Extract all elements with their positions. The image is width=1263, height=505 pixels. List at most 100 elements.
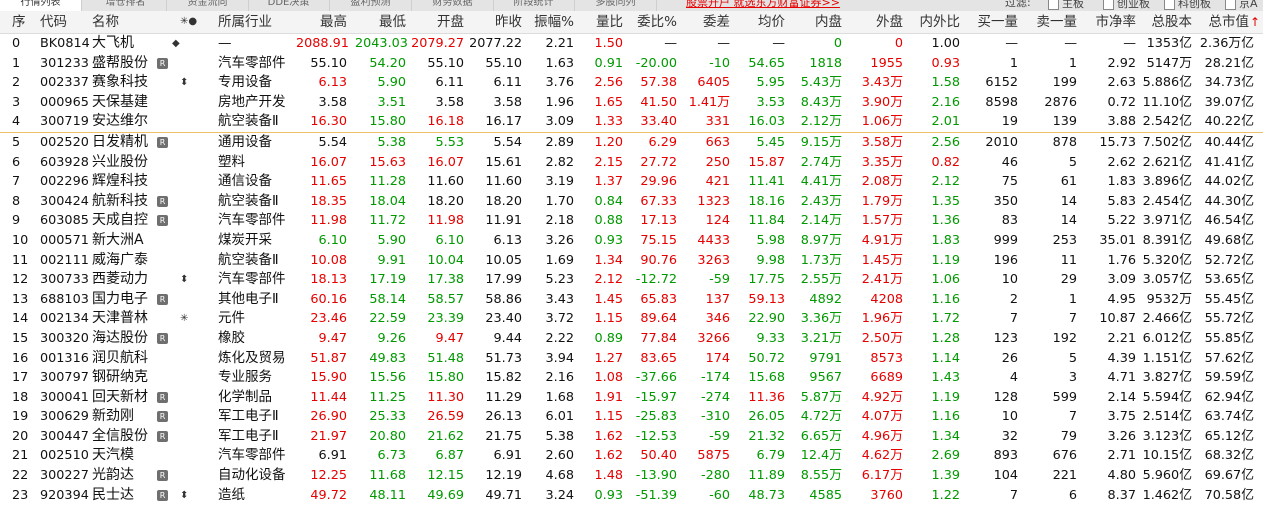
- cell-outer-volume: 1955: [870, 55, 903, 71]
- col-inner-volume[interactable]: 内盘: [800, 11, 842, 33]
- table-row[interactable]: 14 002134 天津普林 元件 23.46 22.59 23.39 23.40 3.72 1.…: [0, 309, 1263, 329]
- table-row[interactable]: 1 301233 盛帮股份 汽车零部件 55.10 54.20 55.10 55.10 1.63…: [0, 54, 1263, 74]
- col-volume-ratio[interactable]: 量比: [580, 11, 623, 33]
- cell-inner-volume: 2.74万: [800, 154, 842, 170]
- table-row[interactable]: 5 002520 日发精机 通用设备 5.54 5.38 5.53 5.54 2.89 1.20 6…: [0, 133, 1263, 153]
- table-row[interactable]: 7 002296 辉煌科技 通信设备 11.65 11.28 11.60 11.60 3.19 1…: [0, 172, 1263, 192]
- col-code[interactable]: 代码: [40, 11, 80, 33]
- table-row[interactable]: 3 000965 天保基建 房地产开发 3.58 3.51 3.58 3.58 1.96 1.65…: [0, 93, 1263, 113]
- col-buy-volume[interactable]: 买一量: [968, 11, 1019, 33]
- cell-open: 49.69: [427, 487, 464, 503]
- cell-total-shares: 1.151亿: [1142, 350, 1192, 366]
- cell-avg-price: 15.87: [748, 154, 785, 170]
- margin-trading-badge: R: [157, 195, 168, 207]
- tab-7[interactable]: 阶段统计: [493, 0, 575, 11]
- table-row[interactable]: 0 BK0814 大飞机 — 2088.91 2043.03 2079.27 2077.22 2…: [0, 34, 1263, 54]
- cell-pb-ratio: 15.73: [1099, 134, 1136, 150]
- cell-code: 002510: [40, 448, 89, 464]
- cell-total-market-value: 40.44亿: [1204, 134, 1254, 150]
- cell-outer-volume: 3.35万: [861, 154, 903, 170]
- table-row[interactable]: 13 688103 国力电子 其他电子Ⅱ 60.16 58.14 58.57 58.86 3.4…: [0, 290, 1263, 310]
- table-row[interactable]: 22 300227 光韵达 自动化设备 12.25 11.68 12.15 12.19 4.68…: [0, 466, 1263, 486]
- table-row[interactable]: 23 920394 民士达 造纸 49.72 48.11 49.69 49.71 3.24 0.9…: [0, 486, 1263, 505]
- table-row[interactable]: 20 300447 全信股份 军工电子Ⅱ 21.97 20.80 21.62 21.75 5.3…: [0, 427, 1263, 447]
- tab-3[interactable]: 资金流向: [167, 0, 249, 11]
- cell-volume-ratio: 1.65: [594, 94, 624, 110]
- cell-pb-ratio: 3.88: [1107, 114, 1137, 130]
- table-row[interactable]: 21 002510 天汽模 汽车零部件 6.91 6.73 6.87 6.91 2.60 1.62…: [0, 446, 1263, 466]
- cell-pb-ratio: 5.22: [1107, 213, 1137, 229]
- table-row[interactable]: 17 300797 钢研纳克 专业服务 15.90 15.56 15.80 15.82 2.16…: [0, 368, 1263, 388]
- cell-code: 001316: [40, 350, 89, 366]
- filter-option[interactable]: 创业板: [1103, 0, 1150, 11]
- table-row[interactable]: 6 603928 兴业股份 塑料 16.07 15.63 16.07 15.61 2.82 2.1…: [0, 153, 1263, 173]
- cell-inner-outer-ratio: 2.12: [931, 174, 961, 190]
- cell-industry: 专业服务: [218, 369, 272, 386]
- cell-amplitude: 2.89: [545, 134, 575, 150]
- col-industry[interactable]: 所属行业: [218, 11, 298, 33]
- margin-trading-badge: R: [157, 57, 168, 69]
- filter-checkbox[interactable]: [1225, 0, 1236, 10]
- table-row[interactable]: 18 300041 回天新材 化学制品 11.44 11.25 11.30 11.29 1.68…: [0, 388, 1263, 408]
- tab-1[interactable]: 行情列表: [0, 0, 82, 11]
- cell-industry: 汽车零部件: [218, 54, 286, 71]
- table-row[interactable]: 2 002337 赛象科技 专用设备 6.13 5.90 6.11 6.11 3.76 2.56 5…: [0, 73, 1263, 93]
- col-amplitude[interactable]: 振幅%: [525, 11, 574, 33]
- cell-inner-volume: 9791: [809, 350, 842, 366]
- cell-open: 11.60: [427, 174, 464, 190]
- col-inner-outer-ratio[interactable]: 内外比: [910, 11, 961, 33]
- table-row[interactable]: 11 002111 威海广泰 航空装备Ⅱ 10.08 9.91 10.04 10.05 1.69…: [0, 251, 1263, 271]
- col-avg-price[interactable]: 均价: [740, 11, 785, 33]
- cell-seq: 14: [12, 311, 29, 327]
- filter-option[interactable]: 科创板: [1164, 0, 1211, 11]
- col-high[interactable]: 最高: [300, 11, 347, 33]
- filter-checkbox[interactable]: [1048, 0, 1059, 10]
- table-row[interactable]: 12 300733 西菱动力 汽车零部件 18.13 17.19 17.38 17.99 5.2…: [0, 270, 1263, 290]
- cell-volume-ratio: 1.20: [594, 134, 624, 150]
- filter-option[interactable]: 主板: [1048, 0, 1084, 11]
- tab-4[interactable]: DDE决策: [248, 0, 330, 11]
- table-row[interactable]: 10 000571 新大洲A 煤炭开采 6.10 5.90 6.10 6.13 3.26 0.93…: [0, 231, 1263, 251]
- table-row[interactable]: 8 300424 航新科技 航空装备Ⅱ 18.35 18.04 18.20 18.20 1.70…: [0, 192, 1263, 212]
- cell-amplitude: 3.19: [545, 174, 575, 190]
- filter-checkbox[interactable]: [1164, 0, 1175, 10]
- col-prev-close[interactable]: 昨收: [470, 11, 522, 33]
- col-bid-diff[interactable]: 委差: [690, 11, 730, 33]
- table-row[interactable]: 15 300320 海达股份 橡胶 9.47 9.26 9.47 9.44 2.22 0.89 77…: [0, 329, 1263, 349]
- tab-5[interactable]: 盈利预测: [330, 0, 412, 11]
- cell-total-market-value: 52.72亿: [1204, 252, 1254, 268]
- col-flags[interactable]: ✳●: [180, 11, 208, 33]
- table-row[interactable]: 19 300629 新劲刚 军工电子Ⅱ 26.90 25.33 26.59 26.13 6.01…: [0, 407, 1263, 427]
- tab-2[interactable]: 增仓排名: [85, 0, 167, 11]
- col-sell-volume[interactable]: 卖一量: [1025, 11, 1078, 33]
- col-seq[interactable]: 序: [12, 11, 32, 33]
- tab-6[interactable]: 财务数据: [412, 0, 494, 11]
- brokerage-promo-link[interactable]: 股票开户 就选东方财富证券>>: [686, 0, 840, 11]
- filter-checkbox[interactable]: [1103, 0, 1114, 10]
- cell-inner-volume: 3.21万: [800, 330, 842, 346]
- cell-low: 9.26: [377, 330, 407, 346]
- cell-inner-volume: 6.65万: [800, 428, 842, 444]
- table-row[interactable]: 16 001316 润贝航科 炼化及贸易 51.87 49.83 51.48 51.73 3.9…: [0, 349, 1263, 369]
- table-row[interactable]: 4 300719 安达维尔 航空装备Ⅱ 16.30 15.80 16.18 16.17 3.09…: [0, 112, 1263, 133]
- col-total-shares[interactable]: 总股本: [1140, 11, 1193, 33]
- cell-bid-diff: 3266: [697, 330, 730, 346]
- col-total-market-value[interactable]: 总市值: [1197, 11, 1250, 33]
- cell-total-market-value: 44.30亿: [1204, 193, 1254, 209]
- cell-high: 6.10: [318, 232, 348, 248]
- col-low[interactable]: 最低: [360, 11, 406, 33]
- cell-open: 11.98: [427, 213, 464, 229]
- col-name[interactable]: 名称: [92, 11, 152, 33]
- col-open[interactable]: 开盘: [410, 11, 464, 33]
- cell-code: 300424: [40, 193, 89, 209]
- col-pb-ratio[interactable]: 市净率: [1082, 11, 1137, 33]
- col-bid-ratio[interactable]: 委比%: [628, 11, 677, 33]
- cell-avg-price: 6.79: [756, 448, 786, 464]
- table-row[interactable]: 9 603085 天成自控 汽车零部件 11.98 11.72 11.98 11.91 2.18…: [0, 211, 1263, 231]
- margin-trading-badge: R: [157, 391, 168, 403]
- tab-8[interactable]: 多股同列: [575, 0, 657, 11]
- filter-option[interactable]: 京A: [1225, 0, 1258, 11]
- cell-total-shares: 5.320亿: [1142, 252, 1192, 268]
- cell-buy-volume: 893: [993, 448, 1018, 464]
- col-outer-volume[interactable]: 外盘: [860, 11, 903, 33]
